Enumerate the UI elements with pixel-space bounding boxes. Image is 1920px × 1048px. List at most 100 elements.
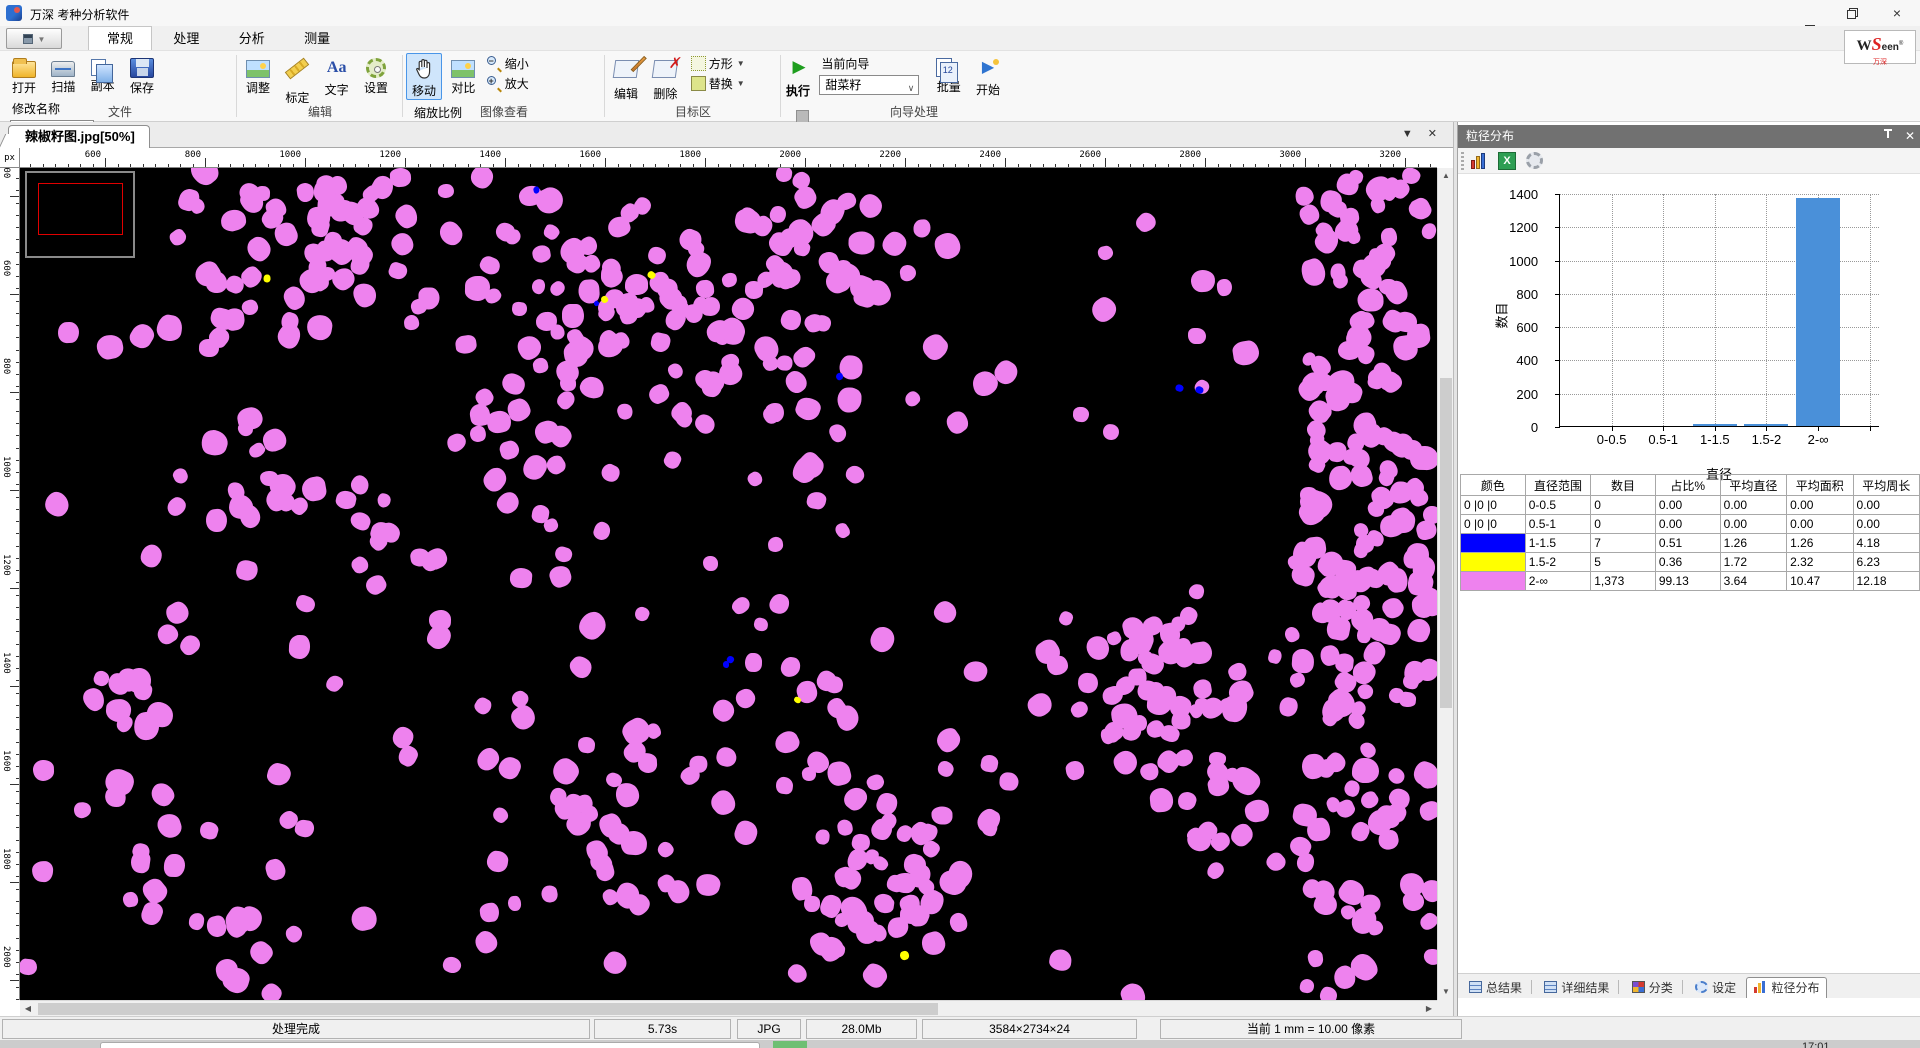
minimize-button[interactable]	[1782, 0, 1828, 26]
seed-blob	[1379, 279, 1397, 295]
table-cell: 5	[1591, 553, 1656, 572]
tab-list-dropdown-icon[interactable]: ▼	[1402, 128, 1413, 140]
target-edit-button[interactable]: 编辑	[608, 53, 644, 102]
chart-settings-gear-icon[interactable]	[1526, 152, 1543, 169]
seed-blob	[899, 950, 910, 961]
group-edit: 调整 标定 Aa文字 设置 编辑	[240, 51, 400, 121]
h-ruler-label: 3000	[1269, 150, 1301, 160]
seed-blob	[878, 228, 911, 261]
seed-blob	[477, 254, 502, 277]
table-row[interactable]: 0 |0 |00-0.500.000.000.000.00	[1461, 496, 1920, 515]
seed-blob	[147, 779, 178, 810]
seed-blob	[188, 912, 205, 930]
seed-blob	[1404, 615, 1434, 645]
seed-blob	[1072, 406, 1089, 422]
table-row[interactable]: 1.5-250.361.722.326.23	[1461, 553, 1920, 572]
seed-blob	[919, 929, 947, 957]
navigator-thumbnail[interactable]	[25, 171, 135, 258]
seed-blob	[186, 168, 223, 190]
scroll-down-icon[interactable]: ▼	[1438, 984, 1454, 1000]
status-time: 5.73s	[594, 1019, 731, 1039]
compare-button[interactable]: 对比	[445, 53, 481, 96]
restore-button[interactable]	[1828, 0, 1874, 26]
current-wizard-select[interactable]: 甜菜籽∨	[819, 75, 919, 95]
taskbar-app-icon[interactable]	[773, 1041, 807, 1048]
scroll-right-icon[interactable]: ▶	[1421, 1001, 1437, 1017]
panel-close-icon[interactable]: ✕	[1905, 129, 1915, 143]
group-separator	[402, 55, 403, 117]
hand-icon	[412, 57, 436, 81]
seed-blob	[198, 427, 231, 459]
export-excel-icon[interactable]	[1498, 152, 1516, 170]
scroll-left-icon[interactable]: ◀	[20, 1001, 36, 1017]
scroll-up-icon[interactable]: ▲	[1438, 168, 1454, 184]
seed-blob	[1102, 423, 1120, 441]
navigator-view-rect[interactable]	[38, 183, 123, 235]
copy-button[interactable]: 副本	[85, 53, 121, 94]
vertical-scrollbar-thumb[interactable]	[1440, 378, 1452, 708]
table-header-cell: 占比%	[1655, 475, 1720, 496]
start-button[interactable]: ▶开始	[970, 53, 1006, 98]
scan-button[interactable]: 扫描	[45, 53, 81, 95]
seed-blob	[171, 466, 190, 485]
chart-y-tick-label: 1000	[1484, 254, 1544, 269]
seed-blob	[577, 374, 606, 401]
execute-button[interactable]: 执行	[786, 82, 810, 99]
seed-blob	[855, 190, 887, 222]
table-row[interactable]: 1-1.570.511.261.264.18	[1461, 534, 1920, 553]
tab-particle-distribution[interactable]: 粒径分布	[1746, 977, 1827, 998]
tab-settings[interactable]: 设定	[1688, 978, 1743, 999]
seed-blob	[532, 357, 550, 375]
seed-blob	[479, 464, 510, 496]
tab-process[interactable]: 处理	[155, 27, 217, 51]
tab-close-icon[interactable]: ✕	[1428, 128, 1437, 140]
square-select-button[interactable]: 方形▼	[691, 55, 745, 73]
chart-type-icon[interactable]	[1470, 152, 1488, 170]
adjust-button[interactable]: 调整	[240, 53, 276, 96]
document-tab[interactable]: 辣椒籽图.jpg[50%]	[8, 125, 150, 148]
pin-icon[interactable]	[1883, 128, 1893, 140]
group-target-area: 编辑 ✗删除 方形▼ 替换▼ 目标区	[608, 51, 778, 121]
tab-classification[interactable]: 分类	[1625, 978, 1680, 999]
calibrate-button[interactable]: 标定	[279, 53, 315, 106]
tab-total-results[interactable]: 总结果	[1462, 978, 1529, 999]
tab-general[interactable]: 常规	[88, 26, 152, 50]
table-row[interactable]: 2-∞1,37399.133.6410.4712.18	[1461, 572, 1920, 591]
chevron-down-icon: ∨	[908, 79, 915, 97]
seed-blob	[838, 388, 862, 413]
seed-blob	[220, 209, 247, 232]
replace-button[interactable]: 替换▼	[691, 75, 745, 93]
tab-measure[interactable]: 测量	[286, 27, 348, 51]
text-button[interactable]: Aa文字	[319, 53, 355, 98]
table-cell: 2.32	[1787, 553, 1853, 572]
seed-blob	[1307, 949, 1324, 968]
seed-blob	[1088, 293, 1121, 325]
seed-blob	[1299, 978, 1315, 994]
seed-blob	[646, 382, 671, 406]
tab-analysis[interactable]: 分析	[221, 27, 283, 51]
seed-blob	[840, 783, 871, 814]
zoom-in-button[interactable]: +放大	[487, 75, 529, 93]
vertical-scrollbar[interactable]: ▲ ▼	[1437, 168, 1453, 1000]
app-menu-button[interactable]: ▼	[6, 28, 62, 49]
tab-detailed-results[interactable]: 详细结果	[1537, 978, 1616, 999]
batch-button[interactable]: 批量	[931, 53, 967, 95]
seed-blob	[155, 811, 184, 841]
group-file: 打开 扫描 副本 保存 修改名称 文件	[6, 51, 234, 121]
move-button[interactable]: 移动	[406, 53, 442, 100]
zoom-out-button[interactable]: −缩小	[487, 55, 529, 73]
table-row[interactable]: 0 |0 |00.5-100.000.000.000.00	[1461, 515, 1920, 534]
horizontal-scrollbar[interactable]: ◀ ▶	[20, 1000, 1437, 1016]
seed-blob	[258, 980, 285, 1000]
settings-button[interactable]: 设置	[358, 53, 394, 96]
taskbar-search-box[interactable]	[100, 1042, 760, 1048]
close-button[interactable]: ×	[1874, 0, 1920, 26]
seed-blob	[95, 333, 125, 362]
image-canvas[interactable]	[20, 168, 1437, 1000]
table-cell: 0-0.5	[1525, 496, 1590, 515]
horizontal-scrollbar-thumb[interactable]	[38, 1003, 938, 1015]
target-delete-button[interactable]: ✗删除	[647, 53, 683, 102]
open-button[interactable]: 打开	[6, 53, 42, 96]
chart-y-tick-label: 1400	[1484, 187, 1544, 202]
save-button[interactable]: 保存	[124, 53, 160, 96]
